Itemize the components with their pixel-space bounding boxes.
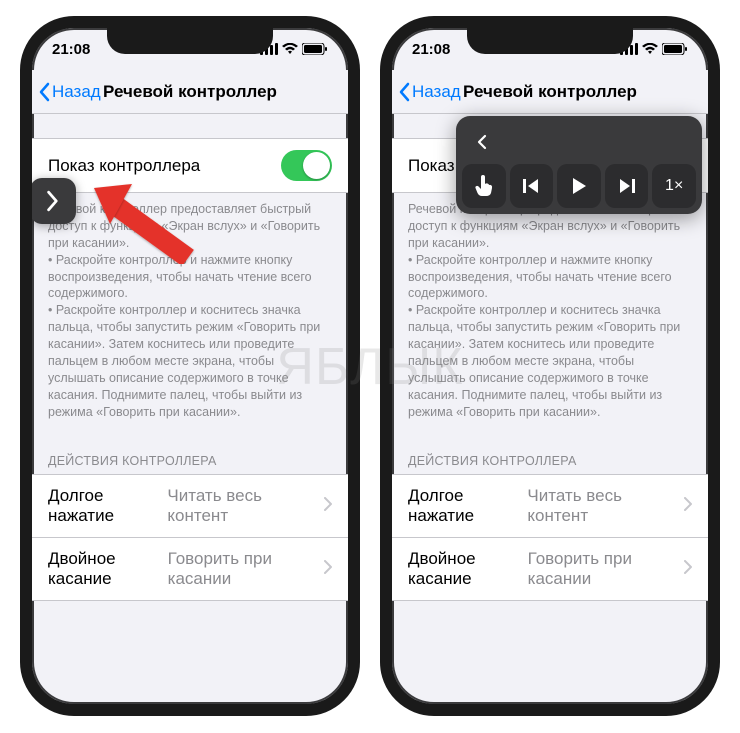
controller-play-button[interactable] <box>557 164 601 208</box>
description-text: Речевой контроллер предоставляет быстрый… <box>32 193 348 436</box>
back-label: Назад <box>52 82 101 102</box>
actions-header: ДЕЙСТВИЯ КОНТРОЛЛЕРА <box>32 436 348 474</box>
phone-right: 21:08 Назад Речевой контроллер <box>380 16 720 716</box>
content-area: Показ контроллера Речевой контроллер пре… <box>32 114 348 704</box>
long-press-row[interactable]: Долгое нажатие Читать весь контент <box>32 474 348 538</box>
chevron-left-icon <box>477 134 487 150</box>
nav-bar: Назад Речевой контроллер <box>392 70 708 114</box>
nav-bar: Назад Речевой контроллер <box>32 70 348 114</box>
actions-header: ДЕЙСТВИЯ КОНТРОЛЛЕРА <box>392 436 708 474</box>
speech-controller-collapsed[interactable] <box>30 178 76 224</box>
controller-next-button[interactable] <box>605 164 649 208</box>
skip-forward-icon <box>617 177 637 195</box>
long-press-value: Читать весь контент <box>527 486 678 526</box>
notch <box>107 26 273 54</box>
double-tap-label: Двойное касание <box>48 549 168 589</box>
show-controller-toggle[interactable] <box>281 150 332 181</box>
chevron-right-icon <box>46 190 60 212</box>
chevron-right-icon <box>684 559 692 579</box>
long-press-label: Долгое нажатие <box>408 486 527 526</box>
notch <box>467 26 633 54</box>
hand-point-icon <box>473 174 495 198</box>
long-press-label: Долгое нажатие <box>48 486 167 526</box>
controller-prev-button[interactable] <box>510 164 554 208</box>
double-tap-row[interactable]: Двойное касание Говорить при касании <box>392 538 708 601</box>
skip-back-icon <box>521 177 541 195</box>
speech-controller-expanded[interactable]: 1× <box>456 116 702 214</box>
status-time: 21:08 <box>412 41 450 58</box>
page-title: Речевой контроллер <box>103 82 277 102</box>
long-press-value: Читать весь контент <box>167 486 318 526</box>
double-tap-value: Говорить при касании <box>528 549 678 589</box>
chevron-right-icon <box>684 496 692 516</box>
battery-icon <box>302 43 328 55</box>
double-tap-row[interactable]: Двойное касание Говорить при касании <box>32 538 348 601</box>
phone-left: 21:08 Назад Речевой контроллер <box>20 16 360 716</box>
description-text: Речевой контроллер предоставляет быстрый… <box>392 193 708 436</box>
chevron-right-icon <box>324 496 332 516</box>
show-controller-row[interactable]: Показ контроллера <box>32 138 348 193</box>
controller-rate-button[interactable]: 1× <box>652 164 696 208</box>
page-title: Речевой контроллер <box>463 82 637 102</box>
back-button[interactable]: Назад <box>398 70 461 113</box>
battery-icon <box>662 43 688 55</box>
double-tap-label: Двойное касание <box>408 549 528 589</box>
double-tap-value: Говорить при касании <box>168 549 318 589</box>
chevron-right-icon <box>324 559 332 579</box>
status-time: 21:08 <box>52 41 90 58</box>
controller-touch-button[interactable] <box>462 164 506 208</box>
back-button[interactable]: Назад <box>38 70 101 113</box>
wifi-icon <box>282 43 298 55</box>
long-press-row[interactable]: Долгое нажатие Читать весь контент <box>392 474 708 538</box>
wifi-icon <box>642 43 658 55</box>
controller-collapse-button[interactable] <box>466 126 498 158</box>
show-controller-label: Показ контроллера <box>48 156 200 176</box>
controller-rate-label: 1× <box>665 177 683 195</box>
back-label: Назад <box>412 82 461 102</box>
play-icon <box>570 176 588 196</box>
